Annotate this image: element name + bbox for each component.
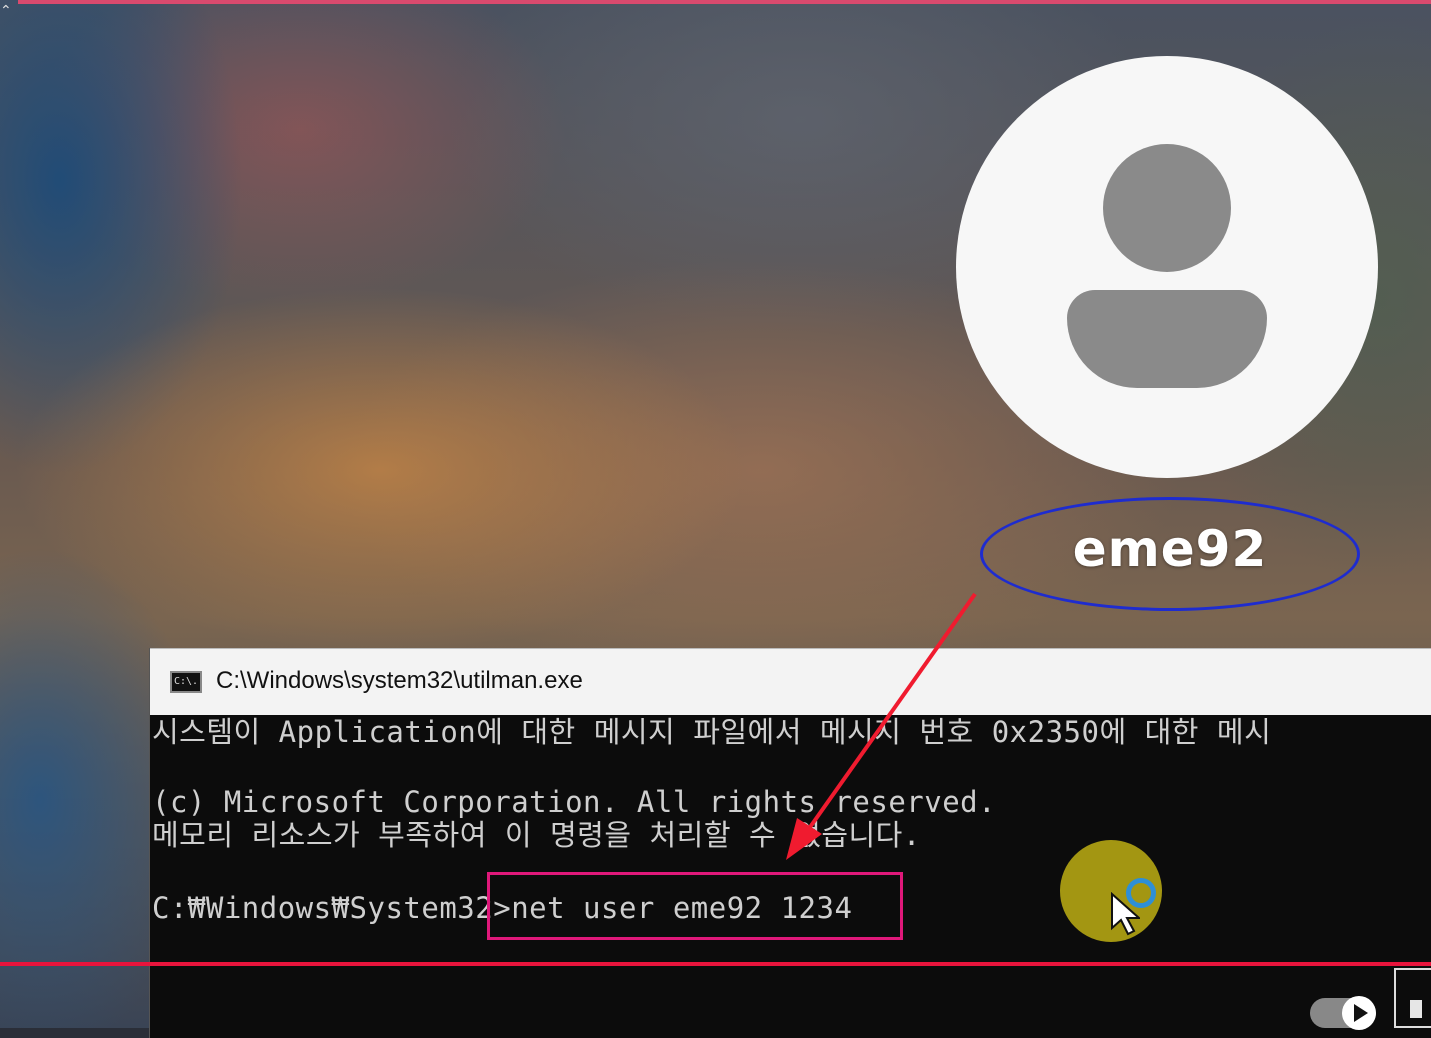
toggle-knob (1342, 996, 1376, 1030)
side-panel-button[interactable] (1394, 968, 1431, 1028)
play-icon (1354, 1004, 1368, 1022)
arrow-shaft (806, 592, 977, 832)
arrow-head (786, 818, 822, 860)
mouse-pointer-icon (1111, 892, 1140, 936)
toggle-icon[interactable] (1310, 996, 1376, 1030)
divider-line (0, 962, 1431, 966)
panel-icon (1410, 1000, 1422, 1018)
annotation-arrow (786, 592, 977, 860)
